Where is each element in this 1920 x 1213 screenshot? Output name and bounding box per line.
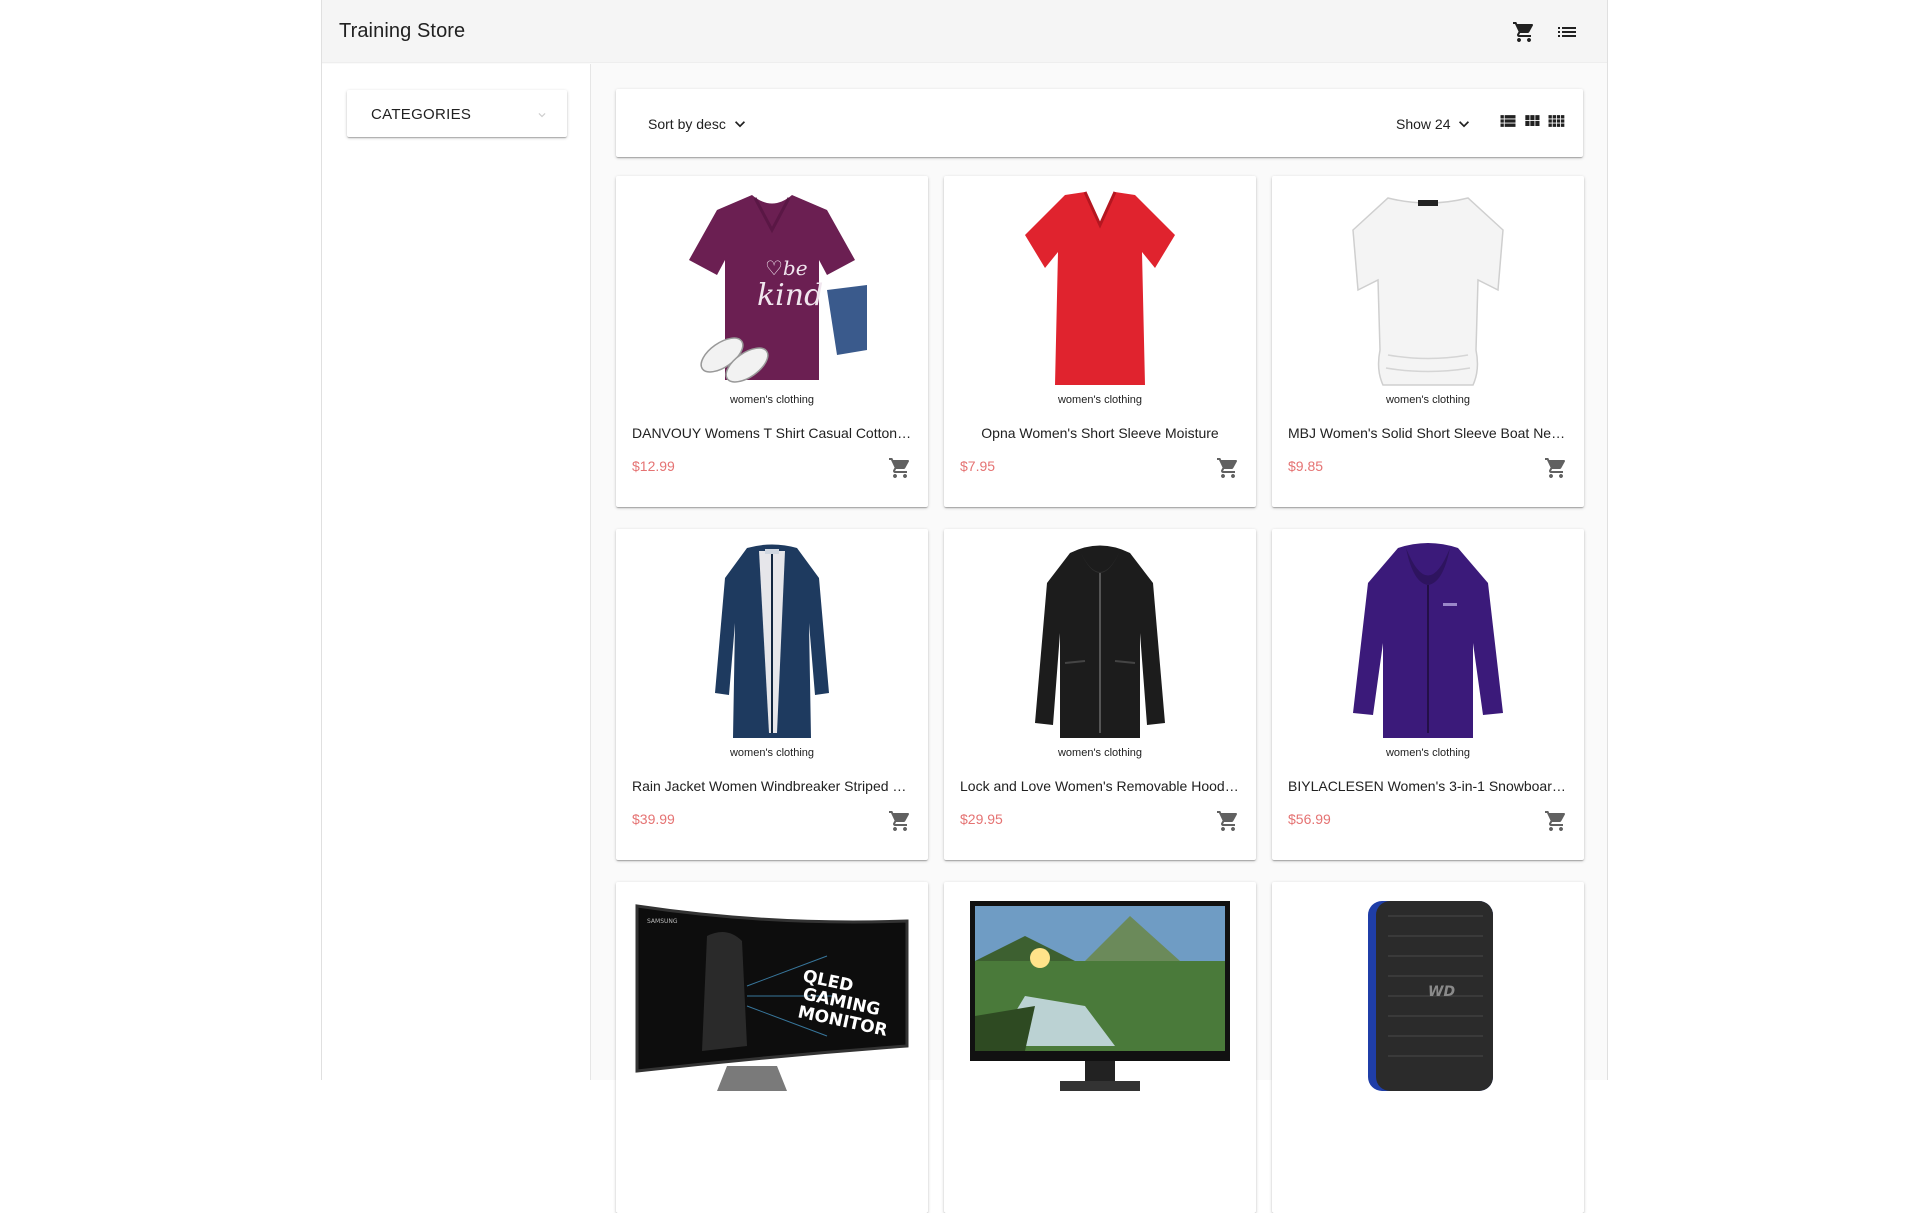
black-leather-jacket-image xyxy=(1035,545,1165,738)
product-card[interactable]: women's clothing Opna Women's Short Slee… xyxy=(944,176,1256,507)
show-count-label: Show 24 xyxy=(1396,116,1451,132)
add-to-cart-icon[interactable] xyxy=(1544,456,1568,480)
acer-landscape-monitor-image xyxy=(970,900,1230,1091)
purple-be-kind-tshirt-image: ♡be kind xyxy=(689,194,867,383)
purple-snowboard-jacket-image xyxy=(1353,542,1503,738)
product-card[interactable]: women's clothing MBJ Women's Solid Short… xyxy=(1272,176,1584,507)
add-to-cart-icon[interactable] xyxy=(1216,809,1240,833)
product-category: women's clothing xyxy=(729,747,815,759)
product-title[interactable]: Opna Women's Short Sleeve Moisture xyxy=(960,425,1240,441)
product-card[interactable]: ♡be kind women's clothing DANVOUY Womens… xyxy=(616,176,928,507)
product-category: women's clothing xyxy=(1385,747,1471,759)
product-category: women's clothing xyxy=(729,394,815,406)
product-card[interactable] xyxy=(944,882,1256,1213)
product-image[interactable] xyxy=(944,188,1256,391)
view-list-icon[interactable] xyxy=(1498,111,1518,131)
product-image[interactable]: WD xyxy=(1272,894,1584,1097)
sidebar: CATEGORIES xyxy=(322,64,591,1080)
view-mode-switcher xyxy=(1498,111,1566,131)
shopping-cart-icon[interactable] xyxy=(1512,20,1536,44)
sort-dropdown[interactable]: Sort by desc xyxy=(648,113,750,135)
svg-text:♡be: ♡be xyxy=(765,256,808,280)
chevron-down-icon xyxy=(535,108,549,122)
product-title[interactable]: Rain Jacket Women Windbreaker Striped Cl… xyxy=(632,778,912,794)
main-content: Sort by desc Show 24 ♡be kind women's cl… xyxy=(592,64,1607,1213)
svg-text:kind: kind xyxy=(757,278,823,313)
sort-label: Sort by desc xyxy=(648,116,726,132)
product-category: women's clothing xyxy=(1057,747,1143,759)
wd-portable-hard-drive-image: WD xyxy=(1368,900,1493,1091)
product-title[interactable]: DANVOUY Womens T Shirt Casual Cotton Sho… xyxy=(632,425,912,441)
product-image[interactable] xyxy=(1272,188,1584,391)
chevron-down-icon xyxy=(1454,114,1474,134)
product-price: $29.95 xyxy=(960,811,1003,827)
add-to-cart-icon[interactable] xyxy=(888,456,912,480)
product-category: women's clothing xyxy=(1385,394,1471,406)
product-image[interactable]: QLED GAMING MONITOR SAMSUNG xyxy=(616,894,928,1097)
store-title[interactable]: Training Store xyxy=(339,20,465,43)
white-boat-neck-top-image xyxy=(1352,196,1504,386)
product-category: women's clothing xyxy=(1057,394,1143,406)
product-image[interactable] xyxy=(616,541,928,744)
product-card[interactable]: women's clothing Rain Jacket Women Windb… xyxy=(616,529,928,860)
product-price: $56.99 xyxy=(1288,811,1331,827)
product-card[interactable]: WD xyxy=(1272,882,1584,1213)
product-card[interactable]: QLED GAMING MONITOR SAMSUNG xyxy=(616,882,928,1213)
product-price: $7.95 xyxy=(960,458,996,474)
product-card[interactable]: women's clothing BIYLACLESEN Women's 3-i… xyxy=(1272,529,1584,860)
list-icon[interactable] xyxy=(1555,20,1579,44)
product-image[interactable]: ♡be kind xyxy=(616,188,928,391)
store-app: Training Store CATEGORIES Sort by desc S… xyxy=(321,0,1608,1213)
chevron-down-icon xyxy=(730,114,750,134)
svg-text:SAMSUNG: SAMSUNG xyxy=(647,918,678,925)
product-price: $12.99 xyxy=(632,458,675,474)
samsung-curved-gaming-monitor-image: QLED GAMING MONITOR SAMSUNG xyxy=(635,903,909,1091)
product-image[interactable] xyxy=(1272,541,1584,744)
add-to-cart-icon[interactable] xyxy=(1216,456,1240,480)
product-image[interactable] xyxy=(944,541,1256,744)
view-module-icon[interactable] xyxy=(1522,111,1542,131)
svg-text:WD: WD xyxy=(1428,984,1455,1000)
product-toolbar: Sort by desc Show 24 xyxy=(616,89,1583,157)
add-to-cart-icon[interactable] xyxy=(1544,809,1568,833)
view-comfy-icon[interactable] xyxy=(1546,111,1566,131)
navy-rain-jacket-image xyxy=(715,544,829,738)
product-price: $39.99 xyxy=(632,811,675,827)
red-vneck-tshirt-image xyxy=(1025,190,1175,385)
product-title[interactable]: Lock and Love Women's Removable Hooded F… xyxy=(960,778,1240,794)
add-to-cart-icon[interactable] xyxy=(888,809,912,833)
product-card[interactable]: women's clothing Lock and Love Women's R… xyxy=(944,529,1256,860)
product-title[interactable]: BIYLACLESEN Women's 3-in-1 Snowboard Jac… xyxy=(1288,778,1568,794)
product-image[interactable] xyxy=(944,894,1256,1097)
show-count-dropdown[interactable]: Show 24 xyxy=(1396,113,1474,135)
product-price: $9.85 xyxy=(1288,458,1324,474)
categories-dropdown[interactable]: CATEGORIES xyxy=(347,90,567,137)
app-header: Training Store xyxy=(322,0,1607,63)
categories-label: CATEGORIES xyxy=(371,106,472,123)
product-title[interactable]: MBJ Women's Solid Short Sleeve Boat Neck… xyxy=(1288,425,1568,441)
